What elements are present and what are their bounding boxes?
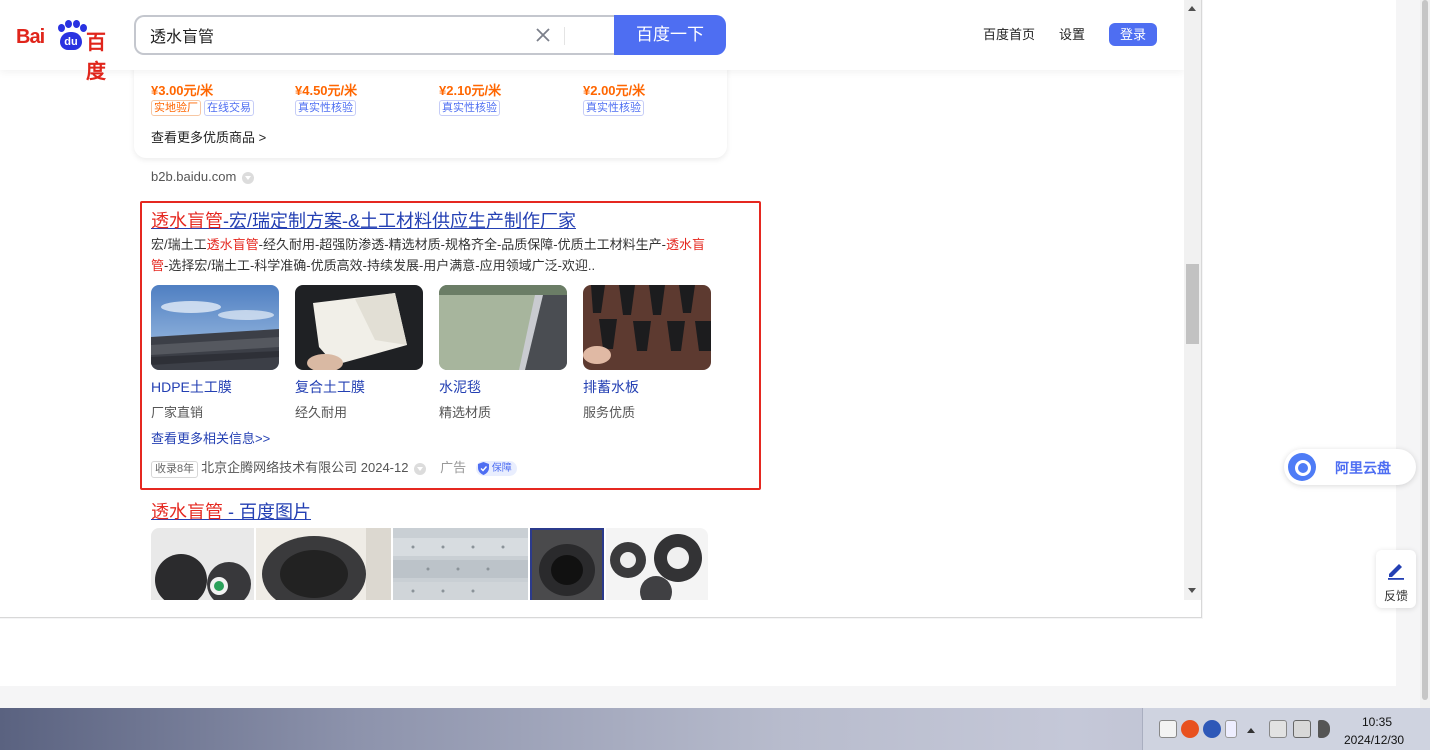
page-scrollbar[interactable] [1184,0,1201,600]
title-rest: -宏/瑞定制方案-&土工材料供应生产制作厂家 [223,211,576,231]
product-subtitle: 精选材质 [439,405,492,420]
product-link[interactable]: 水泥毯 [439,377,481,397]
shield-icon [477,462,489,476]
search-input[interactable] [150,17,530,53]
ad-label: 广告 [440,460,467,475]
speaker-icon[interactable] [1318,720,1330,738]
chevron-down-icon[interactable] [414,462,427,475]
desc-keyword: 透水盲管 [206,237,259,252]
aliyun-drive-icon [1288,453,1316,481]
desc-text: -选择宏/瑞土工-科学准确-优质高效-持续发展-用户满意-应用领域广泛-欢迎.. [164,258,596,273]
product-subtitle: 服务优质 [583,405,636,420]
product-link[interactable]: 复合土工膜 [295,377,365,397]
product-link[interactable]: HDPE土工膜 [151,377,232,397]
clock-date[interactable]: 2024/12/30 [1344,733,1404,747]
taskbar [0,708,1430,750]
hdpe-geomembrane-image[interactable] [151,285,279,370]
feedback-button[interactable]: 反馈 [1376,550,1416,608]
sogou-input-icon[interactable] [1181,720,1199,738]
b2b-source: b2b.baidu.com [151,169,255,184]
composite-geomembrane-image[interactable] [295,285,423,370]
notes-icon[interactable] [1159,720,1177,738]
product-tag: 真实性核验 [583,100,644,116]
scroll-down-arrow[interactable] [1188,588,1196,593]
product-tag: 真实性核验 [439,100,500,116]
clock-time[interactable]: 10:35 [1362,715,1392,729]
divider [564,27,565,45]
browser-viewport: ¥3.00元/米 实地验厂 在线交易 ¥4.50元/米 真实性核验 ¥2.10元/… [0,0,1202,618]
scrollbar-thumb[interactable] [1186,264,1199,344]
pen-icon [1388,564,1404,580]
cement-blanket-image[interactable] [439,285,567,370]
title-rest: - 百度图片 [223,502,311,522]
desc-text: 宏/瑞土工 [151,237,207,252]
right-panel [1203,0,1396,686]
chevron-up-icon[interactable] [1247,728,1255,733]
logo-text: Bai [16,26,45,48]
scroll-up-arrow[interactable] [1188,6,1196,11]
title-keyword: 透水盲管 [151,502,223,522]
title-keyword: 透水盲管 [151,211,223,231]
desc-text: -经久耐用-超强防渗透-精选材质-规格齐全-品质保障-优质土工材料生产- [258,237,666,252]
nav-home-link[interactable]: 百度首页 [983,24,1035,46]
product-tag: 在线交易 [204,100,254,116]
chevron-down-icon[interactable] [242,171,255,184]
ad-footer: 收录8年 北京企腾网络技术有限公司 2024-12 广告 保障 [151,457,517,478]
paw-icon: du [54,20,88,52]
ad-result-title[interactable]: 透水盲管-宏/瑞定制方案-&土工材料供应生产制作厂家 [151,207,576,233]
login-button[interactable]: 登录 [1109,23,1157,46]
more-info-link[interactable]: 查看更多相关信息>> [151,428,270,447]
ad-description: 宏/瑞土工透水盲管-经久耐用-超强防渗透-精选材质-规格齐全-品质保障-优质土工… [151,234,715,276]
product-price: ¥2.00元/米 [583,83,646,98]
pipe-image-1[interactable] [151,528,254,600]
search-box [134,15,616,55]
product-subtitle: 经久耐用 [295,405,348,420]
monitor-icon[interactable] [1293,720,1311,738]
window-icon[interactable] [1225,720,1237,738]
drainage-board-image[interactable] [583,285,711,370]
indexed-years-badge: 收录8年 [151,461,199,478]
product-tag: 真实性核验 [295,100,356,116]
search-button[interactable]: 百度一下 [614,15,726,55]
company-name[interactable]: 北京企腾网络技术有限公司 [201,460,357,475]
guarantee-badge[interactable]: 保障 [475,461,517,477]
window-scrollbar[interactable] [1420,0,1430,708]
pipe-image-5[interactable] [606,528,708,600]
image-result-title[interactable]: 透水盲管 - 百度图片 [151,498,311,524]
network-error-icon[interactable] [1269,720,1287,738]
source-url[interactable]: b2b.baidu.com [151,169,236,184]
logo-paw-text: du [60,32,82,50]
viewport-bottom-area [0,619,1396,686]
product-price: ¥3.00元/米 [151,83,214,98]
baidu-logo[interactable]: Bai du 百度 [16,18,120,83]
logo-text: 百度 [86,32,106,83]
product-link[interactable]: 排蓄水板 [583,377,639,397]
close-icon[interactable] [534,26,552,44]
more-goods-link[interactable]: 查看更多优质商品 > [151,127,266,146]
aliyun-drive-label: 阿里云盘 [1335,460,1391,476]
product-price: ¥2.10元/米 [439,83,502,98]
product-subtitle: 厂家直销 [151,405,204,420]
feedback-label: 反馈 [1384,589,1409,603]
pipe-image-3[interactable] [393,528,528,600]
product-price: ¥4.50元/米 [295,83,358,98]
guarantee-label: 保障 [491,463,512,475]
ad-date: 2024-12 [360,460,409,475]
search-header: Bai du 百度 百度一下 百度首页 设置 登录 [0,0,1184,83]
product-tag: 实地验厂 [151,100,201,116]
help-icon[interactable] [1203,720,1221,738]
scrollbar-thumb[interactable] [1422,0,1428,700]
aliyun-drive-widget[interactable]: 阿里云盘 [1284,449,1416,485]
pipe-image-4[interactable] [530,528,604,600]
pipe-image-2[interactable] [256,528,391,600]
nav-settings-link[interactable]: 设置 [1059,24,1085,46]
